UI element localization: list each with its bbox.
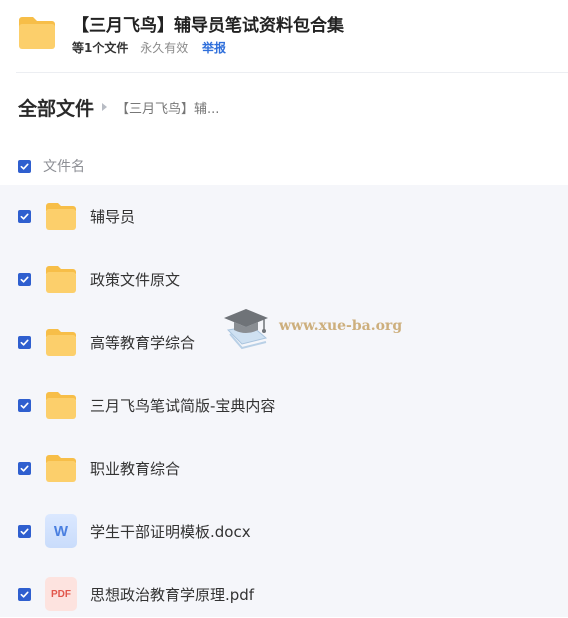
list-item[interactable]: 高等教育学综合 <box>0 318 568 366</box>
folder-icon <box>44 388 78 422</box>
breadcrumb-current: 【三月飞鸟】辅... <box>116 101 220 117</box>
file-name[interactable]: 三月飞鸟笔试简版-宝典内容 <box>90 395 275 416</box>
folder-icon <box>44 262 78 296</box>
row-checkbox[interactable] <box>18 461 31 475</box>
folder-icon <box>19 17 55 49</box>
file-name[interactable]: 学生干部证明模板.docx <box>90 521 251 542</box>
list-item[interactable]: 职业教育综合 <box>0 444 568 492</box>
share-title: 【三月飞鸟】辅导员笔试资料包合集 <box>72 16 344 36</box>
report-link[interactable]: 举报 <box>202 41 226 55</box>
share-meta: 等1个文件 永久有效 举报 <box>72 39 226 56</box>
row-checkbox[interactable] <box>18 398 31 412</box>
checkmark-icon <box>20 402 29 409</box>
file-name[interactable]: 辅导员 <box>90 206 135 227</box>
file-name[interactable]: 思想政治教育学原理.pdf <box>90 584 254 605</box>
checkmark-icon <box>20 591 29 598</box>
list-item[interactable]: 辅导员 <box>0 192 568 240</box>
folder-icon <box>44 325 78 359</box>
file-name[interactable]: 职业教育综合 <box>90 458 180 479</box>
row-checkbox[interactable] <box>18 272 31 286</box>
row-checkbox[interactable] <box>18 209 31 223</box>
pdf-document-icon: PDF <box>44 577 78 611</box>
breadcrumb-root[interactable]: 全部文件 <box>18 94 94 121</box>
checkmark-icon <box>20 465 29 472</box>
row-checkbox[interactable] <box>18 587 31 601</box>
validity-text: 永久有效 <box>140 41 189 55</box>
name-column-header[interactable]: 文件名 <box>43 156 85 176</box>
header-divider <box>16 72 568 73</box>
list-item[interactable]: PDF 思想政治教育学原理.pdf <box>0 570 568 618</box>
share-header: 【三月飞鸟】辅导员笔试资料包合集 等1个文件 永久有效 举报 <box>0 0 568 70</box>
checkmark-icon <box>20 339 29 346</box>
file-count: 等1个文件 <box>72 41 129 55</box>
checkmark-icon <box>20 528 29 535</box>
word-document-icon: W <box>44 514 78 548</box>
list-header: 文件名 <box>0 148 568 184</box>
select-all-checkbox[interactable] <box>18 159 31 173</box>
breadcrumb: 全部文件 【三月飞鸟】辅... <box>18 92 219 122</box>
list-item[interactable]: 三月飞鸟笔试简版-宝典内容 <box>0 381 568 429</box>
checkmark-icon <box>20 163 29 170</box>
checkmark-icon <box>20 213 29 220</box>
row-checkbox[interactable] <box>18 524 31 538</box>
checkmark-icon <box>20 276 29 283</box>
file-list: 辅导员 政策文件原文 高等教育学综合 三月飞鸟笔试简版-宝典内容 职业教育综合 … <box>0 185 568 617</box>
file-name[interactable]: 高等教育学综合 <box>90 332 195 353</box>
folder-icon <box>44 199 78 233</box>
breadcrumb-separator-icon <box>102 103 108 111</box>
list-item[interactable]: W 学生干部证明模板.docx <box>0 507 568 555</box>
folder-icon <box>44 451 78 485</box>
list-item[interactable]: 政策文件原文 <box>0 255 568 303</box>
file-name[interactable]: 政策文件原文 <box>90 269 180 290</box>
row-checkbox[interactable] <box>18 335 31 349</box>
